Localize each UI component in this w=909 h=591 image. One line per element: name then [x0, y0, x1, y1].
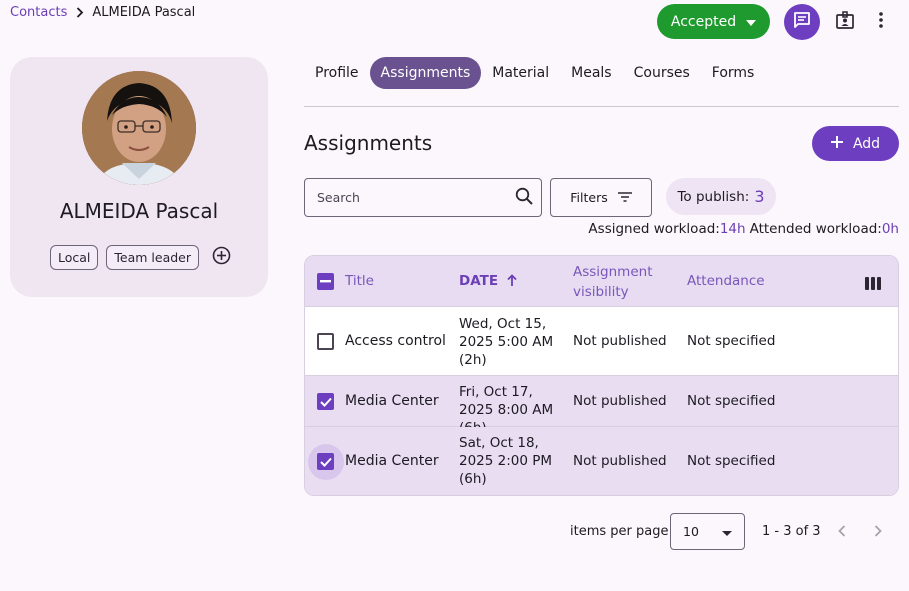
search-icon[interactable] [515, 187, 533, 209]
to-publish-count: 3 [754, 187, 765, 206]
attended-workload-value: 0h [881, 221, 899, 237]
page-title: Assignments [304, 131, 433, 155]
plus-circle-icon [212, 246, 231, 269]
search-field [304, 178, 542, 217]
table-row[interactable]: Media Center Sat, Oct 18, 2025 2:00 PM (… [305, 427, 898, 495]
to-publish-chip[interactable]: To publish: 3 [666, 178, 776, 215]
previous-page-button[interactable] [833, 521, 851, 541]
select-all-checkbox[interactable] [317, 273, 334, 290]
row-title: Media Center [345, 453, 439, 469]
row-visibility: Not published [573, 453, 667, 469]
tab-profile[interactable]: Profile [304, 57, 370, 89]
add-assignment-button[interactable]: Add [812, 126, 899, 161]
more-vertical-icon [879, 12, 883, 32]
column-attendance[interactable]: Attendance [687, 273, 765, 289]
to-publish-label: To publish: [677, 188, 750, 205]
column-date-label: DATE [459, 273, 499, 289]
row-attendance: Not specified [687, 453, 776, 469]
status-dropdown-button[interactable]: Accepted [657, 4, 770, 39]
plus-icon [830, 135, 843, 152]
row-title: Media Center [345, 393, 439, 409]
breadcrumb: Contacts ALMEIDA Pascal [10, 4, 195, 20]
tag-list: Local Team leader [50, 245, 232, 270]
message-icon [793, 11, 811, 33]
tab-meals[interactable]: Meals [560, 57, 622, 89]
table-row[interactable]: Media Center Fri, Oct 17, 2025 8:00 AM (… [305, 376, 898, 436]
column-date[interactable]: DATE [459, 273, 517, 290]
add-label: Add [852, 135, 881, 152]
messages-button[interactable] [784, 4, 820, 40]
table-row[interactable]: Access control Wed, Oct 15, 2025 5:00 AM… [305, 307, 898, 376]
next-page-button[interactable] [869, 521, 887, 541]
row-date: Wed, Oct 15, 2025 5:00 AM (2h) [459, 316, 554, 368]
workload-summary: Assigned workload: 14h Attended workload… [588, 221, 899, 237]
tab-material[interactable]: Material [481, 57, 560, 89]
tab-courses[interactable]: Courses [623, 57, 701, 89]
filters-button[interactable]: Filters [550, 178, 652, 217]
row-checkbox[interactable] [317, 333, 334, 350]
assigned-workload-label: Assigned workload: [588, 221, 720, 237]
row-checkbox[interactable] [317, 453, 334, 470]
row-visibility: Not published [573, 393, 667, 409]
chevron-right-icon [76, 6, 84, 18]
row-date: Sat, Oct 18, 2025 2:00 PM (6h) [459, 435, 553, 487]
profile-name: ALMEIDA Pascal [59, 199, 219, 223]
add-tag-button[interactable] [210, 246, 232, 269]
badge-icon [835, 10, 855, 34]
tag-chip[interactable]: Local [50, 245, 99, 270]
tab-forms[interactable]: Forms [701, 57, 766, 89]
badge-button[interactable] [833, 9, 857, 35]
status-label: Accepted [670, 13, 737, 30]
assignments-table: Title DATE Assignment visibility Attenda… [304, 255, 899, 496]
more-options-button[interactable] [869, 9, 893, 35]
attended-workload-label: Attended workload: [749, 221, 882, 237]
items-per-page-select[interactable]: 10 [670, 513, 745, 550]
chevron-left-icon [838, 522, 846, 541]
row-title: Access control [345, 333, 446, 349]
divider [304, 106, 899, 107]
columns-icon[interactable] [865, 275, 881, 294]
assigned-workload-value: 14h [719, 221, 746, 237]
caret-down-icon [746, 14, 757, 30]
arrow-up-icon [507, 274, 517, 290]
row-attendance: Not specified [687, 393, 776, 409]
breadcrumb-current: ALMEIDA Pascal [92, 4, 196, 20]
search-input[interactable] [317, 190, 497, 205]
items-per-page-label: items per page [570, 524, 669, 539]
items-per-page-value: 10 [683, 524, 699, 539]
chevron-right-icon [874, 522, 882, 541]
row-attendance: Not specified [687, 333, 776, 349]
filters-label: Filters [570, 190, 608, 205]
avatar [82, 71, 196, 185]
caret-down-icon [722, 524, 732, 539]
table-header: Title DATE Assignment visibility Attenda… [305, 256, 898, 307]
column-visibility[interactable]: Assignment visibility [573, 262, 673, 302]
row-checkbox[interactable] [317, 393, 334, 410]
column-title[interactable]: Title [345, 273, 374, 289]
filter-lines-icon [617, 190, 632, 205]
tab-assignments[interactable]: Assignments [369, 57, 482, 89]
tab-bar: Profile Assignments Material Meals Cours… [304, 57, 765, 89]
row-visibility: Not published [573, 333, 667, 349]
breadcrumb-contacts-link[interactable]: Contacts [10, 5, 67, 20]
pagination-range: 1 - 3 of 3 [762, 524, 821, 539]
tag-chip[interactable]: Team leader [106, 245, 200, 270]
